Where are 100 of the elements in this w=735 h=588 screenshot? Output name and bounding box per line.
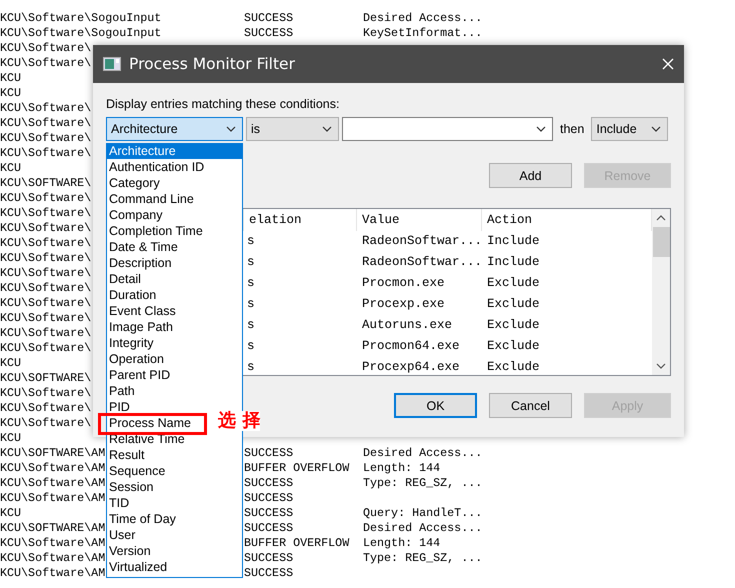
log-detail: KeySetInformat... [363, 26, 482, 40]
log-detail: Desired Access... [363, 10, 482, 24]
table-cell-text: Exclude [486, 338, 541, 355]
dropdown-option[interactable]: Operation [107, 351, 166, 367]
log-path: KCU\Software\AM [0, 460, 106, 474]
dropdown-option[interactable]: Path [107, 383, 137, 399]
log-path: KCU [0, 70, 22, 84]
scroll-down-icon[interactable] [656, 363, 666, 369]
table-cell-text: Exclude [486, 296, 541, 313]
close-icon[interactable] [662, 58, 674, 70]
column-dropdown[interactable]: Architecture [106, 117, 243, 141]
log-path: KCU [0, 86, 22, 100]
log-result: SUCCESS [244, 566, 294, 580]
dropdown-option[interactable]: Authentication ID [107, 159, 206, 175]
column-header[interactable]: elation [244, 209, 357, 231]
dropdown-option[interactable]: Completion Time [107, 223, 205, 239]
table-cell-text: RadeonSoftwar... [361, 254, 482, 271]
log-result: SUCCESS [244, 26, 294, 40]
dialog-button[interactable]: OK [394, 393, 477, 418]
log-path: KCU\Software\AM [0, 550, 106, 564]
dialog-button[interactable]: Cancel [489, 393, 572, 418]
dropdown-option[interactable]: Virtualized [107, 559, 170, 575]
table-cell-text: RadeonSoftwar... [361, 233, 482, 250]
log-path: KCU\Software\ [0, 146, 92, 160]
table-cell-text: Exclude [486, 275, 541, 292]
value-combobox[interactable] [342, 117, 553, 141]
log-result: SUCCESS [244, 10, 294, 24]
log-result: SUCCESS [244, 550, 294, 564]
dropdown-option[interactable]: Date & Time [107, 239, 180, 255]
dropdown-option[interactable]: Parent PID [107, 367, 172, 383]
dropdown-option[interactable]: Sequence [107, 463, 168, 479]
log-detail: Length: 144 [363, 460, 440, 474]
log-path: KCU\Software\AM [0, 566, 106, 580]
dropdown-option[interactable]: Category [107, 175, 162, 191]
dropdown-option[interactable]: Detail [107, 271, 143, 287]
chevron-icon [536, 126, 546, 132]
add-button[interactable]: Add [489, 163, 572, 188]
scrollbar[interactable] [652, 209, 670, 375]
dropdown-option[interactable]: Version [107, 543, 153, 559]
log-path: KCU\Software\ [0, 280, 92, 294]
log-path: KCU\Software\ [0, 296, 92, 310]
annotation-text: 选 择 [218, 411, 260, 431]
then-label: then [560, 122, 584, 136]
log-result: BUFFER OVERFLOW [244, 460, 350, 474]
chevron-icon [226, 126, 236, 132]
log-path: KCU [0, 506, 22, 520]
log-path: KCU\Software\AM [0, 536, 106, 550]
log-path: KCU\Software\ [0, 130, 92, 144]
log-path: KCU\Software\ [0, 340, 92, 354]
chevron-icon [651, 126, 662, 132]
scroll-thumb[interactable] [652, 227, 670, 257]
log-detail: Type: REG_SZ, ... [363, 476, 482, 490]
table-cell-text: Exclude [486, 359, 541, 376]
log-path: KCU\Software\ [0, 310, 92, 324]
table-cell-text: s [246, 233, 256, 250]
log-path: KCU\Software\ [0, 250, 92, 264]
dropdown-option[interactable]: Duration [107, 287, 158, 303]
log-detail: Type: REG_SZ, ... [363, 550, 482, 564]
action-dropdown[interactable]: Include [591, 117, 668, 141]
dropdown-option[interactable]: Session [107, 479, 156, 495]
table-cell-text: Exclude [486, 317, 541, 334]
dropdown-option[interactable]: TID [107, 495, 132, 511]
log-path: KCU\Software\ [0, 326, 92, 340]
log-result: SUCCESS [244, 506, 294, 520]
scroll-up-icon[interactable] [656, 215, 666, 221]
log-result: SUCCESS [244, 446, 294, 460]
dropdown-option[interactable]: Event Class [107, 303, 178, 319]
column-header[interactable]: Value [357, 209, 482, 231]
log-path: KCU\SOFTWARE\AM [0, 520, 106, 534]
log-detail: Desired Access... [363, 520, 482, 534]
table-cell-text: Procexp.exe [361, 296, 446, 313]
log-path: KCU\Software\ [0, 220, 92, 234]
dropdown-option[interactable]: Process Name [107, 415, 193, 431]
dropdown-option[interactable]: Description [107, 255, 174, 271]
table-cell-text: s [246, 275, 256, 292]
dropdown-option[interactable]: Architecture [107, 143, 242, 159]
log-path: KCU\Software\AM [0, 476, 106, 490]
log-result: BUFFER OVERFLOW [244, 536, 350, 550]
log-path: KCU\Software\SogouInput [0, 10, 162, 24]
dropdown-option[interactable]: Company [107, 207, 164, 223]
log-path: KCU\Software\ [0, 266, 92, 280]
relation-dropdown[interactable]: is [246, 117, 339, 141]
dropdown-option[interactable]: PID [107, 399, 132, 415]
log-detail: Query: HandleT... [363, 506, 482, 520]
log-path: KCU\Software\ [0, 386, 92, 400]
chevron-icon [322, 126, 332, 132]
dropdown-option[interactable]: Image Path [107, 319, 175, 335]
table-cell-text: Procmon.exe [361, 275, 446, 292]
log-path: KCU\SOFTWARE\ [0, 370, 92, 384]
dropdown-option[interactable]: Command Line [107, 191, 196, 207]
log-path: KCU\Software\ [0, 116, 92, 130]
dropdown-option[interactable]: Time of Day [107, 511, 178, 527]
dropdown-option[interactable]: User [107, 527, 138, 543]
table-cell-text: Include [486, 233, 541, 250]
log-detail: Length: 144 [363, 536, 440, 550]
dropdown-option[interactable]: Result [107, 447, 146, 463]
dropdown-option[interactable]: Integrity [107, 335, 156, 351]
table-cell-text: s [246, 338, 256, 355]
log-path: KCU\Software\ [0, 400, 92, 414]
log-detail: Desired Access... [363, 446, 482, 460]
